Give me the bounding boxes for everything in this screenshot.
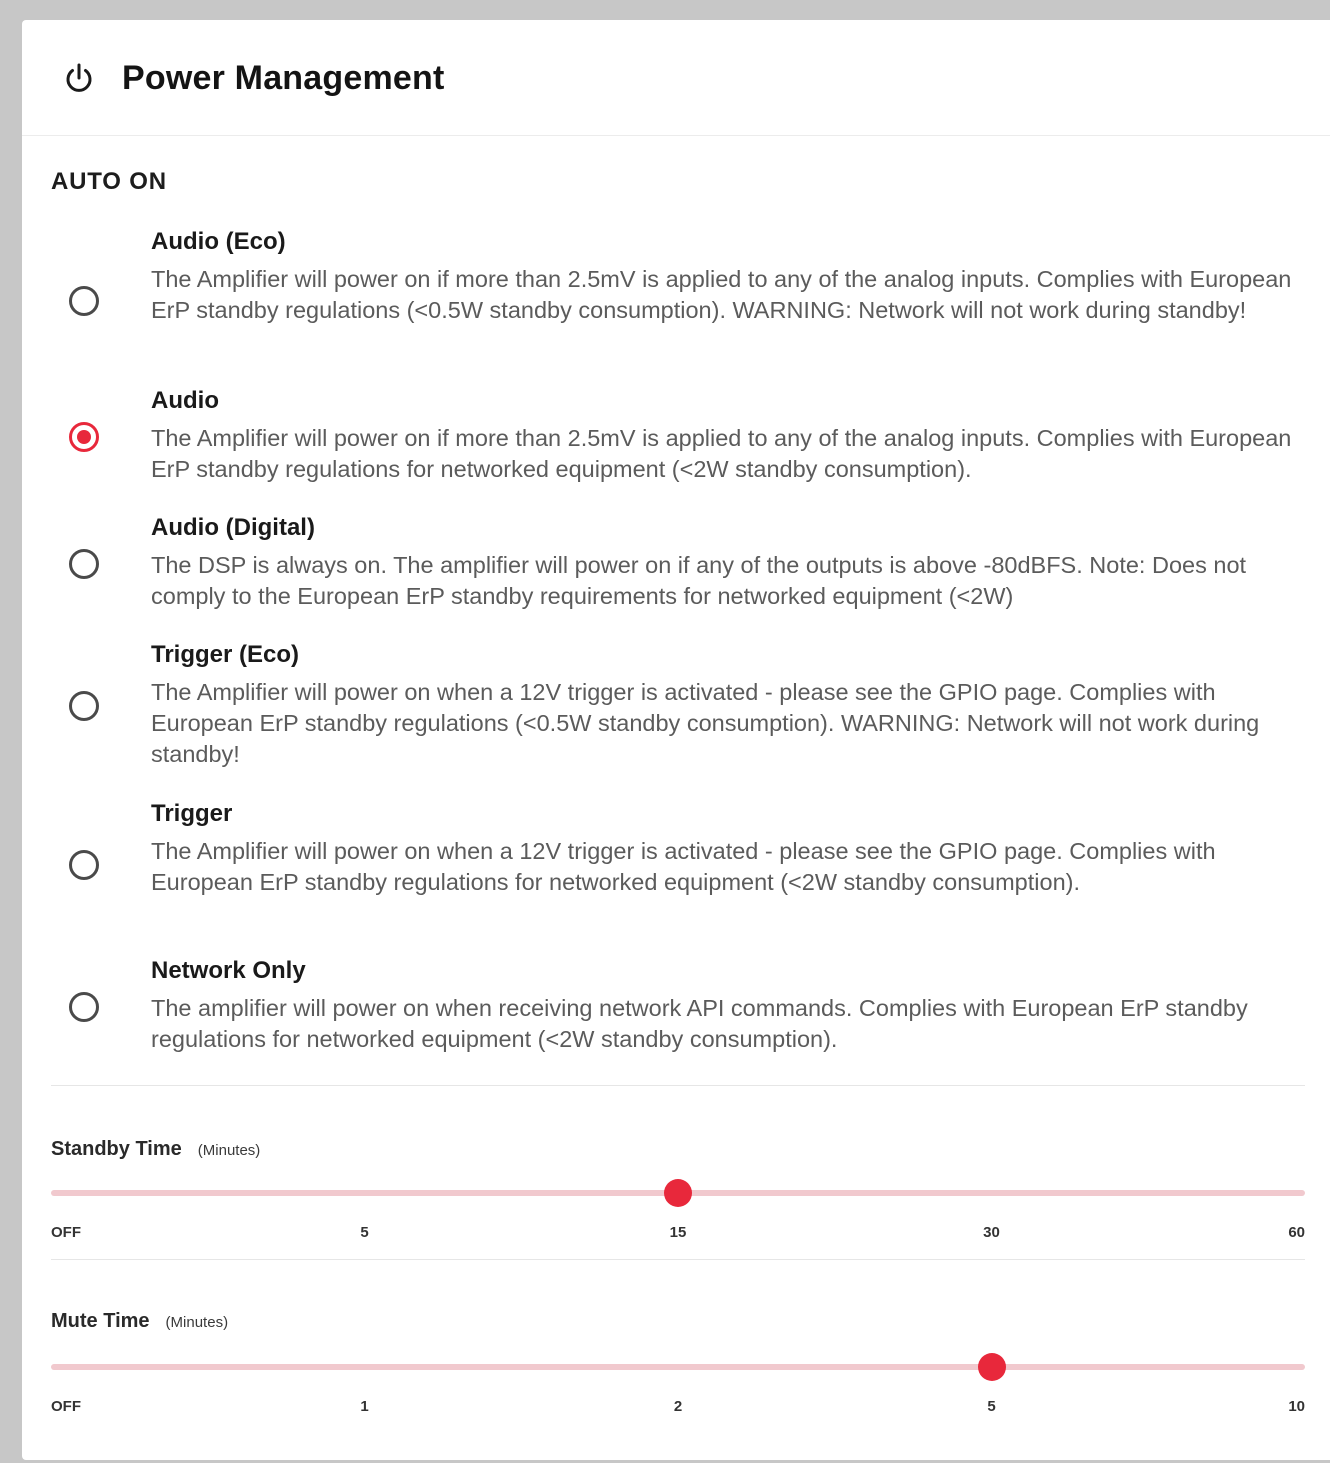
radio-audio-eco[interactable]	[69, 286, 99, 316]
standby-time-ticks: OFF 5 15 30 60	[51, 1224, 1305, 1246]
option-label: Audio	[151, 387, 219, 414]
standby-tick[interactable]: 60	[1288, 1224, 1305, 1241]
mute-tick[interactable]: 5	[987, 1398, 995, 1415]
power-management-card: Power Management AUTO ON Audio (Eco) The…	[22, 20, 1330, 1460]
standby-tick[interactable]: 5	[360, 1224, 368, 1241]
option-label: Trigger	[151, 800, 233, 827]
option-label: Network Only	[151, 957, 306, 984]
page-title: Power Management	[122, 59, 445, 97]
standby-time-label: Standby Time (Minutes)	[51, 1138, 260, 1161]
mute-tick[interactable]: 2	[674, 1398, 682, 1415]
section-title-auto-on: AUTO ON	[51, 168, 167, 195]
option-description: The DSP is always on. The amplifier will…	[151, 552, 1247, 609]
mute-tick[interactable]: OFF	[51, 1398, 81, 1415]
radio-trigger[interactable]	[69, 850, 99, 880]
power-icon	[60, 59, 98, 97]
mute-time-slider[interactable]	[51, 1353, 1305, 1381]
section-divider	[51, 1085, 1305, 1086]
option-label: Audio (Digital)	[151, 514, 315, 541]
standby-time-slider[interactable]	[51, 1179, 1305, 1207]
mute-time-ticks: OFF 1 2 5 10	[51, 1398, 1305, 1420]
radio-audio[interactable]	[69, 422, 99, 452]
mute-time-label: Mute Time (Minutes)	[51, 1310, 228, 1333]
mute-tick[interactable]: 1	[360, 1398, 368, 1415]
option-description: The Amplifier will power on if more than…	[151, 425, 1292, 482]
radio-trigger-eco[interactable]	[69, 691, 99, 721]
option-label: Trigger (Eco)	[151, 641, 300, 668]
mute-time-title: Mute Time	[51, 1310, 150, 1332]
option-description: The Amplifier will power on when a 12V t…	[151, 679, 1260, 767]
mute-time-slider-thumb[interactable]	[977, 1353, 1006, 1381]
card-header: Power Management	[22, 20, 1330, 136]
option-label: Audio (Eco)	[151, 228, 286, 255]
option-description: The amplifier will power on when receivi…	[151, 995, 1248, 1052]
option-description: The Amplifier will power on when a 12V t…	[151, 838, 1216, 895]
option-description: The Amplifier will power on if more than…	[151, 266, 1292, 323]
mute-tick[interactable]: 10	[1288, 1398, 1305, 1415]
standby-tick[interactable]: OFF	[51, 1224, 81, 1241]
standby-tick[interactable]: 30	[983, 1224, 1000, 1241]
standby-tick[interactable]: 15	[670, 1224, 687, 1241]
mute-time-unit: (Minutes)	[165, 1314, 229, 1331]
slider-divider	[51, 1259, 1305, 1260]
standby-time-unit: (Minutes)	[197, 1142, 261, 1159]
standby-time-slider-thumb[interactable]	[664, 1179, 692, 1207]
standby-time-title: Standby Time	[51, 1138, 182, 1160]
radio-audio-digital[interactable]	[69, 549, 99, 579]
radio-network-only[interactable]	[69, 992, 99, 1022]
